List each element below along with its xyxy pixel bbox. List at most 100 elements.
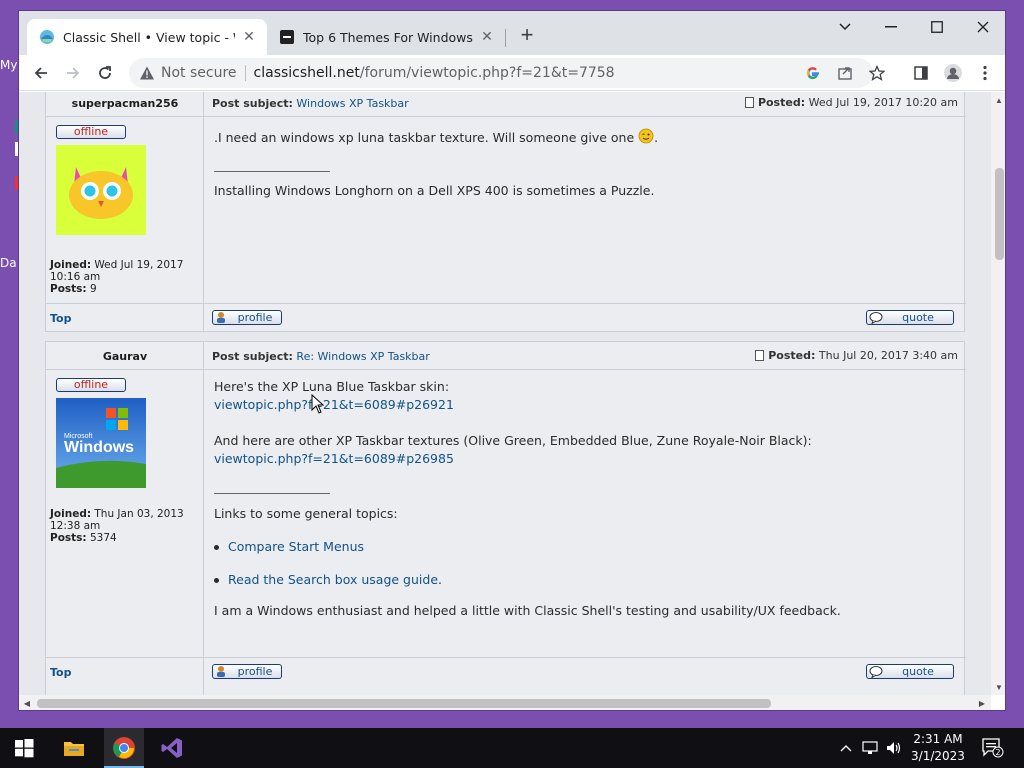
quote-button[interactable]: quote: [866, 664, 954, 679]
desktop-icon-label[interactable]: Da: [0, 256, 17, 270]
bullet: [214, 545, 219, 550]
minimize-icon[interactable]: [877, 15, 905, 39]
post-subject: Post subject: Windows XP Taskbar: [212, 97, 409, 110]
tab-search-icon[interactable]: [831, 15, 859, 39]
system-clock[interactable]: 2:31 AM 3/1/2023: [904, 731, 972, 765]
post-text: Here's the XP Luna Blue Taskbar skin:: [214, 379, 450, 394]
post-footer: Top profile quote: [46, 657, 966, 685]
tab-title: Classic Shell • View topic - Windows XP …: [63, 29, 235, 45]
profile-label: profile: [237, 665, 273, 678]
address-bar[interactable]: Not secure classicshell.net/forum/viewto…: [129, 58, 885, 88]
back-icon[interactable]: [29, 61, 53, 85]
profile-person-icon: [217, 666, 225, 677]
subject-label: Post subject:: [212, 97, 293, 110]
window-close-icon[interactable]: [969, 15, 997, 39]
tab-classic-shell[interactable]: Classic Shell • View topic - Windows XP …: [27, 19, 267, 55]
visual-studio-icon[interactable]: [160, 736, 184, 760]
post-body: .I need an windows xp luna taskbar textu…: [214, 128, 659, 145]
start-windows-icon[interactable]: [12, 736, 36, 760]
scroll-right-icon[interactable]: ▶: [977, 698, 987, 708]
post-link: viewtopic.php?f=21&t=6089#p26921: [214, 396, 454, 414]
offline-badge: offline: [56, 125, 126, 139]
profile-person-icon: [217, 312, 225, 323]
signature-text: Installing Windows Longhorn on a Dell XP…: [214, 183, 655, 198]
search-guide-link[interactable]: Read the Search box usage guide: [228, 572, 438, 587]
url-text[interactable]: classicshell.net/forum/viewtopic.php?f=2…: [254, 65, 615, 81]
volume-icon[interactable]: [886, 740, 902, 756]
new-tab-icon[interactable]: +: [517, 24, 537, 46]
warning-icon[interactable]: [139, 65, 155, 81]
quote-button[interactable]: quote: [866, 310, 954, 325]
posts-label: Posts:: [50, 532, 87, 544]
topic-link[interactable]: viewtopic.php?f=21&t=6089#p26985: [214, 451, 454, 466]
classic-shell-shell-icon: [40, 30, 54, 44]
horizontal-scrollbar[interactable]: ◀ ▶: [19, 695, 991, 710]
post-link-icon[interactable]: [755, 350, 765, 361]
posts-count: 9: [89, 283, 97, 295]
posted-date: Wed Jul 19, 2017 10:20 am: [808, 96, 958, 109]
posted-label: Posted:: [757, 96, 806, 109]
post-author[interactable]: superpacman256: [46, 97, 204, 110]
close-icon[interactable]: ✕: [479, 29, 495, 45]
reload-icon[interactable]: [93, 61, 117, 85]
google-icon[interactable]: [801, 58, 825, 88]
omnibox-separator: [244, 65, 246, 81]
compare-start-menus-link[interactable]: Compare Start Menus: [228, 539, 364, 554]
signature-divider: [214, 171, 330, 172]
site-favicon-icon: [280, 30, 294, 44]
bookmark-star-icon[interactable]: [865, 58, 889, 88]
topic-link[interactable]: viewtopic.php?f=21&t=6089#p26921: [214, 397, 454, 412]
share-icon[interactable]: [833, 58, 857, 88]
post-footer: Top profile quote: [46, 303, 966, 331]
signature-intro: Links to some general topics:: [214, 506, 398, 521]
side-panel-icon[interactable]: [909, 61, 933, 85]
network-icon[interactable]: [862, 740, 878, 756]
profile-button[interactable]: profile: [212, 664, 282, 679]
post-text: And here are other XP Taskbar textures (…: [214, 433, 812, 448]
vertical-scrollbar[interactable]: ▲ ▼: [991, 92, 1005, 695]
profile-avatar-icon[interactable]: [941, 61, 965, 85]
chrome-icon[interactable]: [112, 736, 136, 760]
quote-bubble-icon: [869, 666, 883, 678]
scroll-left-icon[interactable]: ◀: [22, 698, 32, 708]
desktop-icon-label[interactable]: My: [0, 58, 17, 72]
avatar-windows-text: Windows: [64, 439, 134, 456]
show-hidden-icons-icon[interactable]: [838, 740, 854, 756]
post-header: superpacman256 Post subject: Windows XP …: [46, 92, 966, 117]
file-explorer-icon[interactable]: [62, 736, 86, 760]
profile-button[interactable]: profile: [212, 310, 282, 325]
top-link[interactable]: Top: [50, 666, 71, 679]
close-icon[interactable]: ✕: [241, 29, 257, 45]
security-label[interactable]: Not secure: [161, 65, 237, 81]
owl-avatar: [56, 145, 146, 235]
joined-label: Joined:: [50, 259, 92, 271]
subject-link[interactable]: Windows XP Taskbar: [296, 97, 408, 110]
scroll-up-icon[interactable]: ▲: [994, 95, 1004, 105]
menu-kebab-icon[interactable]: [973, 61, 997, 85]
horizontal-scroll-thumb[interactable]: [37, 699, 771, 708]
signature-outro: I am a Windows enthusiast and helped a l…: [214, 603, 841, 618]
post-link-icon[interactable]: [744, 97, 754, 108]
vertical-scroll-thumb[interactable]: [995, 168, 1004, 260]
subject-label: Post subject:: [212, 350, 293, 363]
forum-post: superpacman256 Post subject: Windows XP …: [45, 92, 966, 332]
subject-link[interactable]: Re: Windows XP Taskbar: [296, 350, 429, 363]
list-item-period: .: [438, 572, 442, 587]
tab-top-6-themes[interactable]: Top 6 Themes For Windows 10 ✕: [269, 19, 505, 55]
signature-divider: [214, 493, 330, 494]
post-author[interactable]: Gaurav: [46, 350, 204, 363]
url-path: /forum/viewtopic.php?f=21&t=7758: [359, 65, 615, 81]
forward-icon[interactable]: [61, 61, 85, 85]
page-viewport: superpacman256 Post subject: Windows XP …: [19, 92, 991, 695]
action-center-icon[interactable]: 2: [982, 738, 1004, 758]
tab-strip: Classic Shell • View topic - Windows XP …: [19, 11, 1005, 55]
top-link[interactable]: Top: [50, 312, 71, 325]
notification-count: 2: [995, 748, 1000, 757]
scroll-down-icon[interactable]: ▼: [994, 682, 1004, 692]
offline-badge: offline: [56, 378, 126, 392]
maximize-icon[interactable]: [923, 15, 951, 39]
wink-smiley-icon: [638, 128, 654, 144]
profile-label: profile: [237, 311, 273, 324]
quote-label: quote: [902, 311, 934, 324]
post-date: Posted: Thu Jul 20, 2017 3:40 am: [755, 349, 958, 362]
